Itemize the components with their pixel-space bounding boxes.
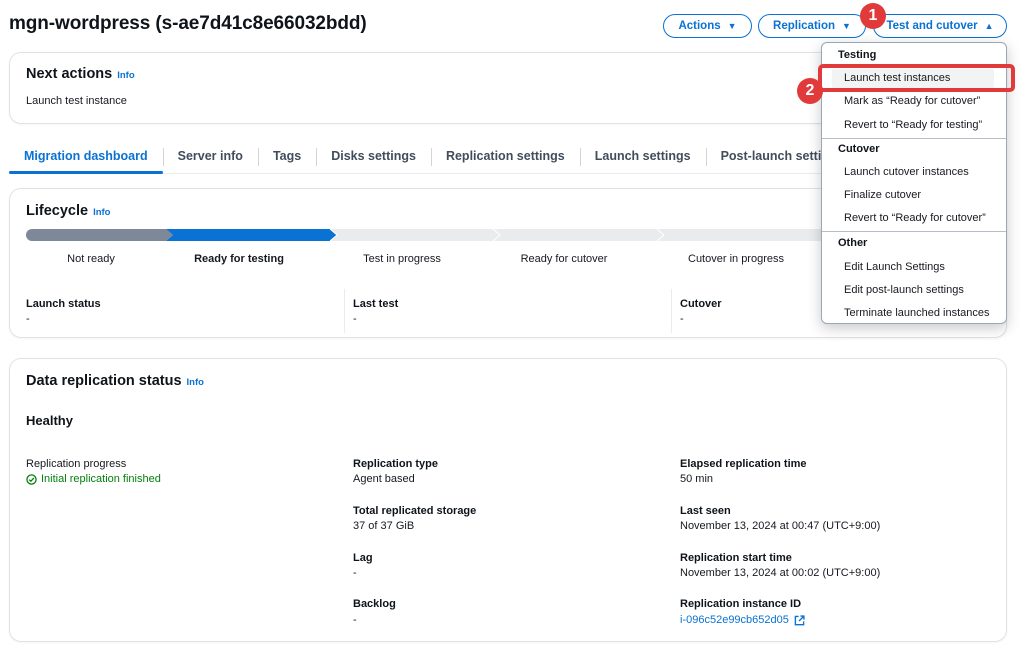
replication-instance-id-value: i-096c52e99cb652d05 <box>680 614 789 626</box>
cutover-value: - <box>680 313 684 325</box>
stage-ready-for-testing: Ready for testing <box>194 253 284 265</box>
progress-segment-test-in-progress <box>330 229 500 241</box>
launch-status-value: - <box>26 313 30 325</box>
next-action-text: Launch test instance <box>26 95 127 107</box>
replication-health: Healthy <box>26 413 73 428</box>
menu-item-edit-launch-settings[interactable]: Edit Launch Settings <box>844 261 945 273</box>
launch-test-instances-highlight-box <box>818 64 1015 92</box>
last-seen-label: Last seen <box>680 505 731 517</box>
replication-instance-id-label: Replication instance ID <box>680 598 802 610</box>
progress-segment-ready-for-testing <box>166 229 337 241</box>
tab-bar: Migration dashboard Server info Tags Dis… <box>9 140 821 174</box>
menu-group-other: Other <box>838 237 868 249</box>
next-actions-title: Next actions Info <box>26 66 135 82</box>
stage-not-ready: Not ready <box>67 253 115 265</box>
tab-tags[interactable]: Tags <box>257 140 316 173</box>
replication-instance-id-link[interactable]: i-096c52e99cb652d05 <box>680 614 805 626</box>
menu-item-revert-ready-for-cutover[interactable]: Revert to “Ready for cutover” <box>844 212 986 224</box>
stage-test-in-progress: Test in progress <box>363 253 441 265</box>
menu-item-finalize-cutover[interactable]: Finalize cutover <box>844 189 921 201</box>
tab-replication-settings[interactable]: Replication settings <box>430 140 580 173</box>
menu-item-launch-cutover-instances[interactable]: Launch cutover instances <box>844 166 969 178</box>
tab-disks-settings[interactable]: Disks settings <box>316 140 431 173</box>
replication-start-time-value: November 13, 2024 at 00:02 (UTC+9:00) <box>680 567 881 579</box>
column-divider <box>671 289 672 333</box>
info-link[interactable]: Info <box>187 377 204 388</box>
replication-progress-status-text: Initial replication finished <box>41 473 161 485</box>
total-replicated-storage-value: 37 of 37 GiB <box>353 520 415 532</box>
progress-segment-not-ready <box>26 229 173 241</box>
menu-divider <box>822 138 1006 139</box>
tab-post-launch-settings[interactable]: Post-launch setti <box>705 140 837 173</box>
menu-item-revert-ready-for-testing[interactable]: Revert to “Ready for testing” <box>844 119 982 131</box>
menu-item-terminate-launched-instances[interactable]: Terminate launched instances <box>844 307 990 319</box>
info-link[interactable]: Info <box>117 70 134 81</box>
lag-label: Lag <box>353 552 373 564</box>
next-actions-title-text: Next actions <box>26 66 113 82</box>
last-test-label: Last test <box>353 298 399 310</box>
caret-down-icon: ▼ <box>842 20 851 31</box>
menu-group-cutover: Cutover <box>838 143 880 155</box>
progress-segment-ready-for-cutover <box>493 229 664 241</box>
replication-progress-status: Initial replication finished <box>26 473 161 485</box>
tab-migration-dashboard[interactable]: Migration dashboard <box>9 140 163 174</box>
cutover-label: Cutover <box>680 298 722 310</box>
tab-server-info[interactable]: Server info <box>162 140 258 173</box>
actions-button[interactable]: Actions ▼ <box>663 14 752 38</box>
menu-divider <box>822 231 1006 232</box>
info-link[interactable]: Info <box>93 207 110 218</box>
replication-type-label: Replication type <box>353 458 438 470</box>
elapsed-replication-time-label: Elapsed replication time <box>680 458 807 470</box>
data-replication-title: Data replication status Info <box>26 373 204 389</box>
backlog-label: Backlog <box>353 598 396 610</box>
last-seen-value: November 13, 2024 at 00:47 (UTC+9:00) <box>680 520 881 532</box>
replication-start-time-label: Replication start time <box>680 552 792 564</box>
page-title: mgn-wordpress (s-ae7d41c8e66032bdd) <box>9 13 367 34</box>
launch-status-label: Launch status <box>26 298 101 310</box>
replication-type-value: Agent based <box>353 473 415 485</box>
lifecycle-title-text: Lifecycle <box>26 203 89 219</box>
lag-value: - <box>353 567 357 579</box>
total-replicated-storage-label: Total replicated storage <box>353 505 477 517</box>
external-link-icon <box>794 614 805 625</box>
column-divider <box>344 289 345 333</box>
success-check-icon <box>26 473 37 485</box>
replication-progress-label: Replication progress <box>26 458 127 470</box>
test-and-cutover-button-label: Test and cutover <box>886 20 978 32</box>
backlog-value: - <box>353 614 357 626</box>
caret-up-icon: ▲ <box>984 20 994 31</box>
menu-group-testing: Testing <box>838 49 877 61</box>
menu-item-edit-post-launch-settings[interactable]: Edit post-launch settings <box>844 284 964 296</box>
last-test-value: - <box>353 313 357 325</box>
caret-down-icon: ▼ <box>727 20 737 31</box>
stage-ready-for-cutover: Ready for cutover <box>520 253 608 265</box>
tab-launch-settings[interactable]: Launch settings <box>579 140 706 173</box>
test-and-cutover-button[interactable]: Test and cutover ▲ <box>873 14 1007 38</box>
actions-button-label: Actions <box>678 20 721 32</box>
replication-button[interactable]: Replication ▼ <box>758 14 866 38</box>
elapsed-replication-time-value: 50 min <box>680 473 714 485</box>
lifecycle-title: Lifecycle Info <box>26 203 111 219</box>
replication-button-label: Replication <box>773 20 836 32</box>
callout-badge-1: 1 <box>860 3 886 29</box>
callout-badge-2: 2 <box>797 78 823 104</box>
menu-item-mark-ready-for-cutover[interactable]: Mark as “Ready for cutover” <box>844 95 980 107</box>
data-replication-title-text: Data replication status <box>26 373 182 389</box>
data-replication-panel: Data replication status Info Healthy Repl… <box>9 358 1007 642</box>
stage-cutover-in-progress: Cutover in progress <box>688 253 784 265</box>
